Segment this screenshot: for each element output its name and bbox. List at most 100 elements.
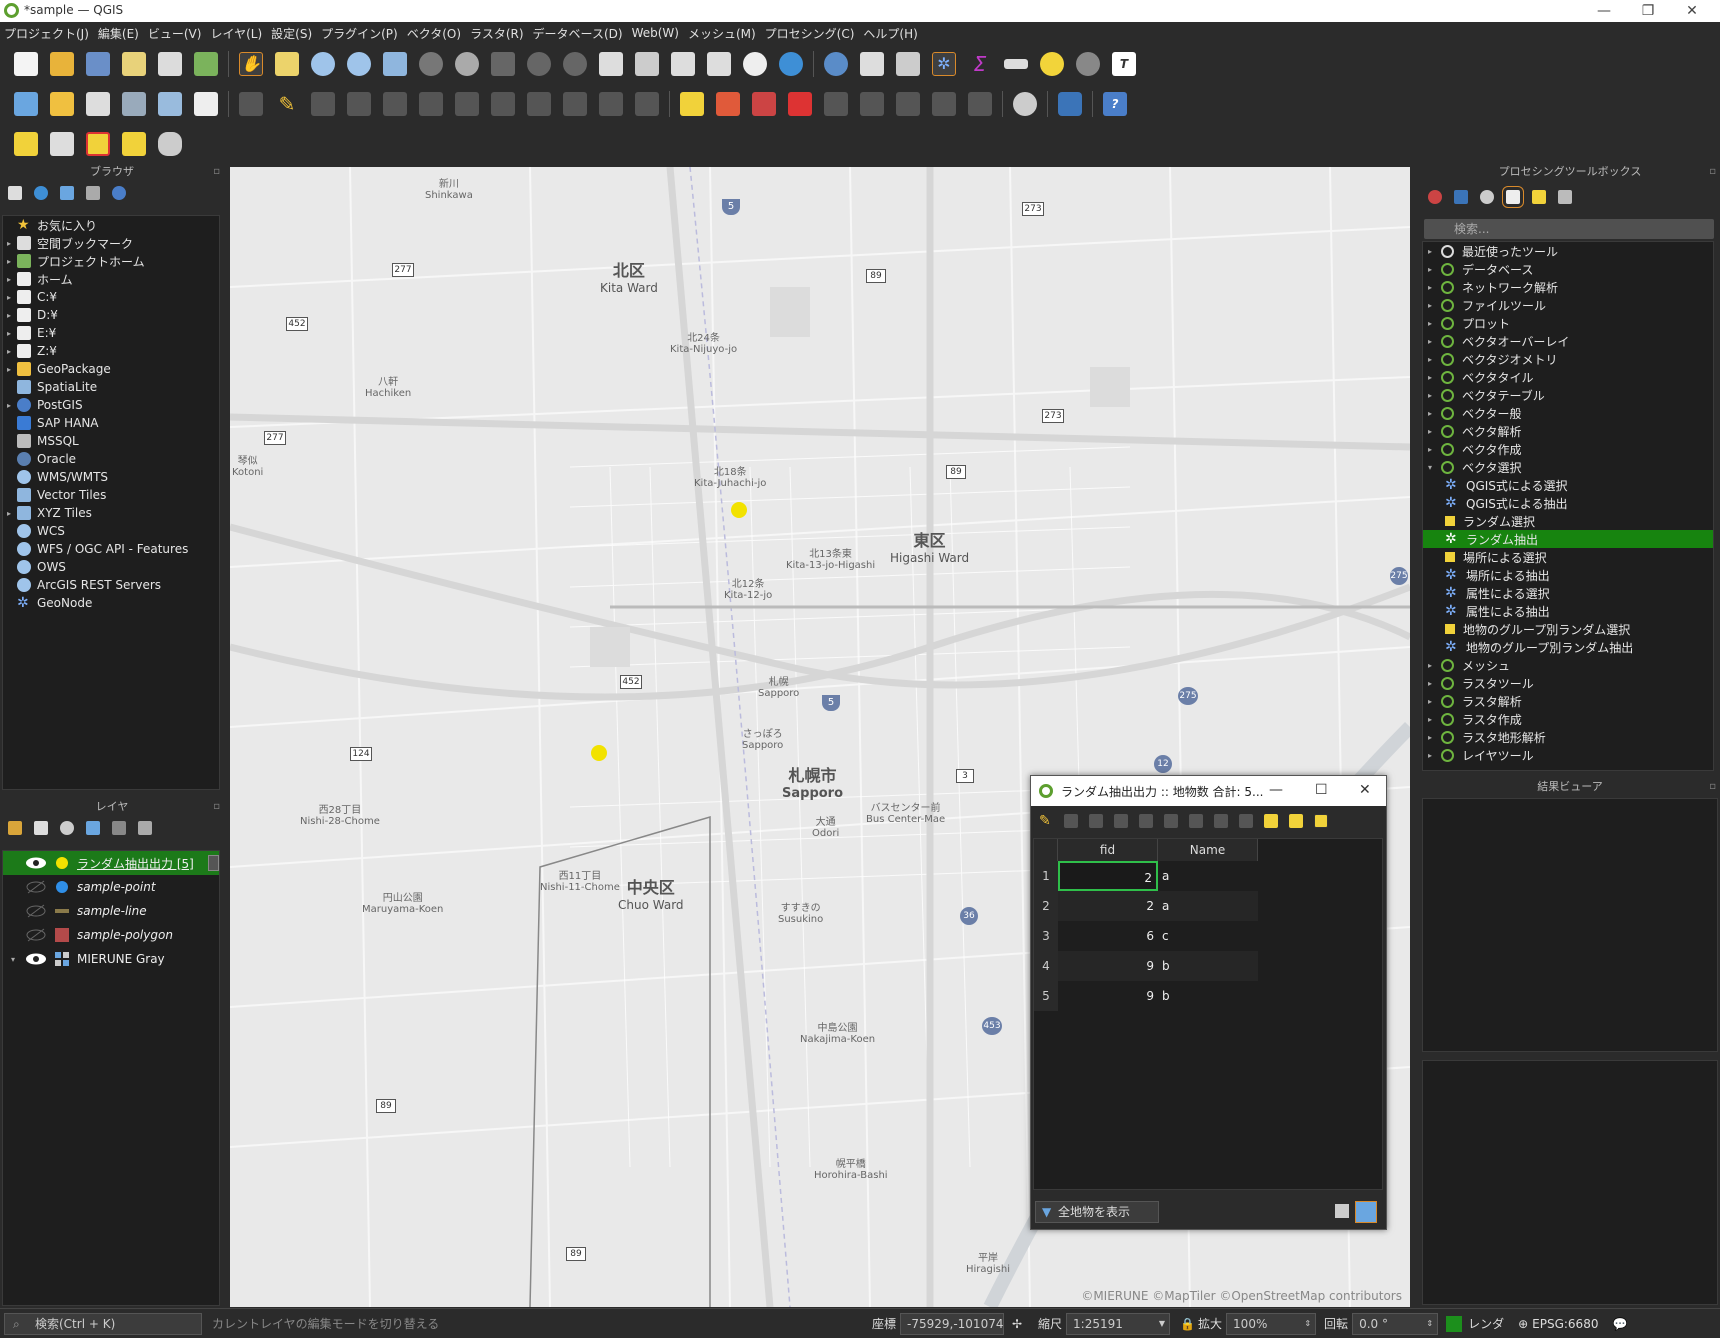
menu-mesh[interactable]: メッシュ(M) [688, 25, 756, 42]
proc-group[interactable]: ▸ ベクタ解析 [1423, 422, 1713, 440]
digitize-icon[interactable] [122, 92, 146, 116]
layout-manager-icon[interactable] [158, 52, 182, 76]
menu-raster[interactable]: ラスタ(R) [470, 25, 523, 42]
statistical-summary-icon[interactable]: Σ [968, 52, 992, 76]
virtual-layer-icon[interactable] [194, 92, 218, 116]
column-header-name[interactable]: Name [1158, 839, 1258, 861]
zoom-to-layer-icon[interactable] [455, 52, 479, 76]
select-all-icon[interactable] [1289, 814, 1303, 828]
proc-tool[interactable]: ✲ QGIS式による選択 [1423, 476, 1713, 494]
maximize-button[interactable]: ❐ [1626, 0, 1670, 22]
layer-item-sample-point[interactable]: sample-point [3, 875, 219, 899]
filter-by-expression-icon[interactable] [112, 821, 126, 835]
browser-item-home[interactable]: ▸ ホーム [3, 270, 219, 288]
pan-to-selection-icon[interactable] [275, 52, 299, 76]
table-row[interactable]: 22a [1034, 891, 1258, 921]
close-button[interactable]: ✕ [1670, 0, 1714, 22]
delete-selected-icon[interactable] [455, 92, 479, 116]
browser-item-xyz-tiles[interactable]: ▸ XYZ Tiles [3, 504, 219, 522]
label-toolbar-icon[interactable] [680, 92, 704, 116]
vertex-tool-icon[interactable] [383, 92, 407, 116]
select-features-icon[interactable] [14, 132, 38, 156]
save-edits-icon[interactable] [1089, 814, 1103, 828]
menu-web[interactable]: Web(W) [632, 26, 679, 40]
visibility-off-icon[interactable] [25, 880, 47, 894]
field-calculator-icon[interactable] [896, 52, 920, 76]
python-console-icon[interactable] [1058, 92, 1082, 116]
layer-item-random-extract[interactable]: ランダム抽出出力 [5] [3, 851, 219, 875]
toggle-extents-icon[interactable]: ✢ [1012, 1317, 1030, 1331]
properties-icon[interactable] [112, 186, 126, 200]
delete-feature-icon[interactable] [1164, 814, 1178, 828]
browser-item-z-drive[interactable]: ▸ Z:¥ [3, 342, 219, 360]
pin-labels-icon[interactable] [752, 92, 776, 116]
browser-item-sap-hana[interactable]: SAP HANA [3, 414, 219, 432]
proc-group[interactable]: ▸ ネットワーク解析 [1423, 278, 1713, 296]
browser-item-e-drive[interactable]: ▸ E:¥ [3, 324, 219, 342]
proc-tool[interactable]: ✲ QGIS式による抽出 [1423, 494, 1713, 512]
menu-project[interactable]: プロジェクト(J) [4, 25, 89, 42]
layer-item-sample-line[interactable]: sample-line [3, 899, 219, 923]
pan-map-icon[interactable]: ✋ [239, 52, 263, 76]
open-project-icon[interactable] [50, 52, 74, 76]
browser-item-wms[interactable]: WMS/WMTS [3, 468, 219, 486]
table-cell[interactable]: 9 [1058, 951, 1158, 981]
select-by-expression-icon[interactable] [1264, 814, 1278, 828]
layer-styling-icon[interactable] [8, 821, 22, 835]
invert-selection-icon[interactable] [1314, 814, 1328, 828]
layer-item-mierune-gray[interactable]: ▾ MIERUNE Gray [3, 947, 219, 971]
select-by-expression-icon[interactable] [50, 132, 74, 156]
db-manager-icon[interactable] [158, 132, 182, 156]
scale-select[interactable]: 1:25191 ▼ [1066, 1312, 1171, 1335]
show-all-features-button[interactable]: ▼ 全地物を表示 [1035, 1201, 1159, 1223]
proc-group[interactable]: ▸ ラスタ地形解析 [1423, 728, 1713, 746]
browser-item-d-drive[interactable]: ▸ D:¥ [3, 306, 219, 324]
browser-item-mssql[interactable]: MSSQL [3, 432, 219, 450]
proc-group[interactable]: ▸ ベクタオーバーレイ [1423, 332, 1713, 350]
history-icon[interactable] [1480, 190, 1494, 204]
show-bookmarks-icon[interactable] [707, 52, 731, 76]
save-project-icon[interactable] [86, 52, 110, 76]
zoom-native-icon[interactable] [491, 52, 515, 76]
form-view-icon[interactable] [1335, 1204, 1349, 1218]
menu-layer[interactable]: レイヤ(L) [210, 25, 262, 42]
proc-tool[interactable]: ランダム選択 [1423, 512, 1713, 530]
crs-button[interactable]: EPSG:6680 [1532, 1317, 1598, 1331]
style-manager-icon[interactable] [194, 52, 218, 76]
plugin-icon[interactable] [1013, 92, 1037, 116]
current-edits-icon[interactable] [239, 92, 263, 116]
new-print-layout-icon[interactable] [122, 52, 146, 76]
save-edits-icon[interactable] [311, 92, 335, 116]
refresh-icon[interactable] [34, 186, 48, 200]
diagram-icon[interactable] [716, 92, 740, 116]
table-cell[interactable]: b [1158, 981, 1258, 1011]
rotate-label-icon[interactable] [860, 92, 884, 116]
browser-item-project-home[interactable]: ▸ プロジェクトホーム [3, 252, 219, 270]
expand-all-icon[interactable] [138, 821, 152, 835]
rotation-spinbox[interactable]: 0.0 ° ⇕ [1352, 1312, 1439, 1335]
browser-item-bookmarks[interactable]: ▸ 空間ブックマーク [3, 234, 219, 252]
new-temporary-layer-icon[interactable] [86, 92, 110, 116]
new-geopackage-layer-icon[interactable] [50, 92, 74, 116]
new-virtual-layer-icon[interactable] [158, 92, 182, 116]
attribute-table-titlebar[interactable]: ランダム抽出出力 :: 地物数 合計: 5... — ☐ ✕ [1031, 776, 1386, 806]
models-icon[interactable] [1428, 190, 1442, 204]
label-properties-icon[interactable] [968, 92, 992, 116]
deselect-all-icon[interactable] [86, 132, 110, 156]
layer-item-sample-polygon[interactable]: sample-polygon [3, 923, 219, 947]
proc-group[interactable]: ▸ ラスタツール [1423, 674, 1713, 692]
menu-edit[interactable]: 編集(E) [98, 25, 139, 42]
filter-icon[interactable] [60, 186, 74, 200]
random-extract-point[interactable] [591, 745, 607, 761]
table-cell[interactable]: 6 [1058, 921, 1158, 951]
browser-item-postgis[interactable]: ▸ PostGIS [3, 396, 219, 414]
table-cell[interactable]: a [1158, 891, 1258, 921]
proc-group[interactable]: ▸ ベクタテーブル [1423, 386, 1713, 404]
identify-features-icon[interactable] [824, 52, 848, 76]
magnifier-spinbox[interactable]: 100% ⇕ [1226, 1312, 1317, 1335]
proc-group[interactable]: ▸ ベクタ作成 [1423, 440, 1713, 458]
proc-group[interactable]: ▸ メッシュ [1423, 656, 1713, 674]
proc-tool[interactable]: ✲ 属性による抽出 [1423, 602, 1713, 620]
browser-item-c-drive[interactable]: ▸ C:¥ [3, 288, 219, 306]
add-point-feature-icon[interactable] [347, 92, 371, 116]
